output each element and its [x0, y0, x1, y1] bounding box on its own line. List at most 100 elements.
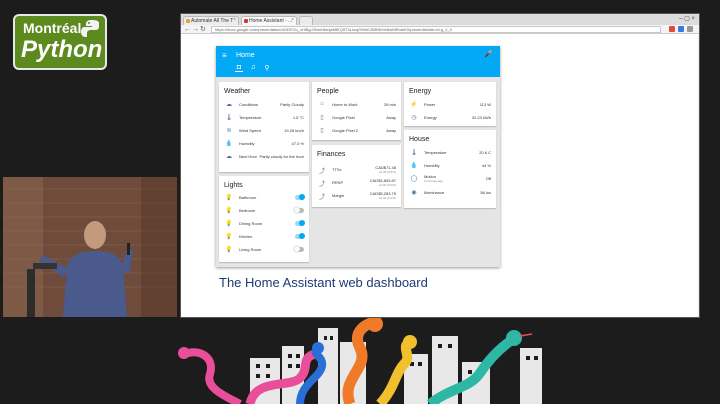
- row-name: Kitchen: [239, 234, 253, 239]
- extension-icon[interactable]: [678, 26, 684, 32]
- close-tab-icon[interactable]: ×: [291, 17, 294, 23]
- energy-row-power[interactable]: ⚡ Power 113 W: [404, 100, 496, 111]
- row-name: Bathroom: [239, 195, 257, 200]
- row-name: Temperature: [424, 150, 447, 155]
- row-value: 32.23 kWh: [471, 115, 491, 120]
- water-drop-icon: 💧: [410, 163, 418, 169]
- close-tab-icon[interactable]: ×: [233, 17, 236, 23]
- house-row-illuminance[interactable]: ◉ Illuminance 58 lux: [404, 188, 496, 199]
- new-tab-button[interactable]: [299, 16, 313, 25]
- car-icon: ⌂: [320, 101, 324, 107]
- weather-row-wind[interactable]: ≋ Wind Speed 19.28 km/h: [219, 126, 309, 137]
- ha-view-tabs: ◘ ♫ ⚲: [235, 64, 271, 72]
- row-value: 1.5 °C: [292, 115, 304, 120]
- light-toggle[interactable]: [295, 220, 305, 226]
- cloud-icon: ☁: [226, 154, 232, 160]
- water-drop-icon: 💧: [225, 141, 233, 147]
- music-view-icon[interactable]: ♫: [249, 64, 257, 72]
- light-toggle[interactable]: [295, 233, 305, 239]
- weather-row-conditions[interactable]: ☁ Conditions Partly Cloudy: [219, 100, 309, 111]
- finance-row-margin[interactable]: ⤴ Margin CAD$5,283.75 +0.00 (0.0%): [312, 191, 401, 202]
- row-value: Away: [386, 128, 396, 133]
- weather-row-next-hour[interactable]: ☁ Next Hour Partly cloudy for the hour: [219, 152, 309, 163]
- row-name: Home to Work: [332, 102, 358, 107]
- finance-row-rrsp[interactable]: ⤴ RRSP CAD$3,853.87 +0.00 (0.0%): [312, 178, 401, 189]
- row-name: Humidity: [424, 163, 440, 168]
- card-title: Weather: [224, 88, 251, 95]
- slides-favicon-icon: [186, 19, 190, 23]
- forward-icon[interactable]: →: [192, 25, 199, 34]
- menu-icon[interactable]: ≡: [222, 51, 227, 60]
- row-name: Google Pixel 2: [332, 128, 359, 133]
- ha-header-title: Home: [236, 52, 255, 59]
- light-toggle[interactable]: [294, 207, 304, 213]
- row-name: RRSP: [332, 180, 344, 185]
- trending-up-icon: ⤴: [318, 169, 325, 175]
- light-toggle[interactable]: [295, 194, 305, 200]
- tab-label: Automate All The T: [191, 18, 234, 24]
- lightbulb-view-icon[interactable]: ⚲: [263, 64, 271, 72]
- house-row-temperature[interactable]: 🌡 Temperature 20.6 C: [404, 148, 496, 159]
- finances-card: Finances ⤴ TTSx CAD$71.48 +0.35 (0.5%) ⤴…: [312, 145, 401, 207]
- weather-row-humidity[interactable]: 💧 Humidity 47.0 %: [219, 139, 309, 150]
- row-change: +0.00 (0.0%): [378, 196, 396, 200]
- menu-icon[interactable]: [687, 26, 693, 32]
- address-bar[interactable]: https://docs.google.com/presentation/d/1…: [211, 26, 661, 33]
- reload-icon[interactable]: ↻: [200, 25, 206, 34]
- camera-view-icon[interactable]: ◘: [235, 64, 243, 72]
- house-row-humidity[interactable]: 💧 Humidity 44 %: [404, 161, 496, 172]
- row-value: 19.28 km/h: [284, 128, 304, 133]
- row-change: +0.00 (0.0%): [378, 183, 396, 187]
- tab-bar: Automate All The T × Home Assistant - ..…: [181, 14, 699, 25]
- row-name: Energy: [424, 115, 437, 120]
- speaker-video: [3, 177, 177, 317]
- row-value: 20.6 C: [479, 150, 491, 155]
- tab-automate[interactable]: Automate All The T ×: [183, 16, 239, 25]
- light-row-dining-room[interactable]: 💡 Dining Room: [219, 219, 309, 230]
- house-row-motion[interactable]: ◯ Motion 3 minutes ago Off: [404, 174, 496, 185]
- people-row-pixel[interactable]: ▯ Google Pixel Away: [312, 113, 401, 124]
- energy-row-energy[interactable]: ◷ Energy 32.23 kWh: [404, 113, 496, 124]
- light-row-living-room[interactable]: 💡 Living Room: [219, 245, 309, 256]
- gauge-icon: ◷: [411, 115, 417, 121]
- lightbulb-icon: 💡: [225, 195, 233, 201]
- row-value: Away: [386, 115, 396, 120]
- logo-line1: Montréal: [23, 20, 82, 36]
- row-name: Power: [424, 102, 436, 107]
- scrollbar[interactable]: [698, 35, 699, 317]
- ha-dashboard: ≡ Home 🎤 ◘ ♫ ⚲ Weather ☁ Conditions Part…: [216, 46, 500, 267]
- montreal-python-banner: [0, 318, 720, 404]
- row-name: Wind Speed: [239, 128, 261, 133]
- row-name: Next Hour: [239, 154, 258, 159]
- tab-label: Home Assistant - ...: [249, 18, 293, 24]
- light-row-bedroom[interactable]: 💡 Bedroom: [219, 206, 309, 217]
- python-snake-icon: [81, 20, 99, 37]
- slide-caption: The Home Assistant web dashboard: [219, 275, 428, 290]
- row-value: Off: [485, 176, 491, 181]
- trending-up-icon: ⤴: [318, 195, 325, 201]
- row-change: +0.35 (0.5%): [378, 170, 396, 174]
- phone-icon: ▯: [320, 128, 324, 134]
- finance-row-ttsx[interactable]: ⤴ TTSx CAD$71.48 +0.35 (0.5%): [312, 165, 401, 176]
- people-row-pixel-2[interactable]: ▯ Google Pixel 2 Away: [312, 126, 401, 137]
- back-icon[interactable]: ←: [184, 25, 191, 34]
- motion-sensor-icon: ◯: [410, 176, 418, 182]
- extension-icon[interactable]: [669, 26, 675, 32]
- weather-row-temperature[interactable]: 🌡 Temperature 1.5 °C: [219, 113, 309, 124]
- row-value: 58 lux: [480, 190, 491, 195]
- light-row-bathroom[interactable]: 💡 Bathroom: [219, 193, 309, 204]
- browser-window: Automate All The T × Home Assistant - ..…: [180, 13, 700, 318]
- row-value: 113 W: [479, 102, 491, 107]
- flash-icon: ⚡: [410, 102, 418, 108]
- row-name: Margin: [332, 193, 345, 198]
- light-row-kitchen[interactable]: 💡 Kitchen: [219, 232, 309, 243]
- window-controls[interactable]: – ▢ ×: [679, 15, 695, 22]
- light-toggle[interactable]: [294, 246, 304, 252]
- row-name: Google Pixel: [332, 115, 355, 120]
- people-row-commute[interactable]: ⌂ Home to Work 28 min: [312, 100, 401, 111]
- slide-content: ≡ Home 🎤 ◘ ♫ ⚲ Weather ☁ Conditions Part…: [181, 35, 699, 317]
- ha-header: ≡ Home 🎤 ◘ ♫ ⚲: [216, 46, 500, 77]
- tab-home-assistant[interactable]: Home Assistant - ... ×: [241, 16, 297, 25]
- microphone-icon[interactable]: 🎤: [484, 50, 493, 58]
- lightbulb-icon: 💡: [225, 221, 233, 227]
